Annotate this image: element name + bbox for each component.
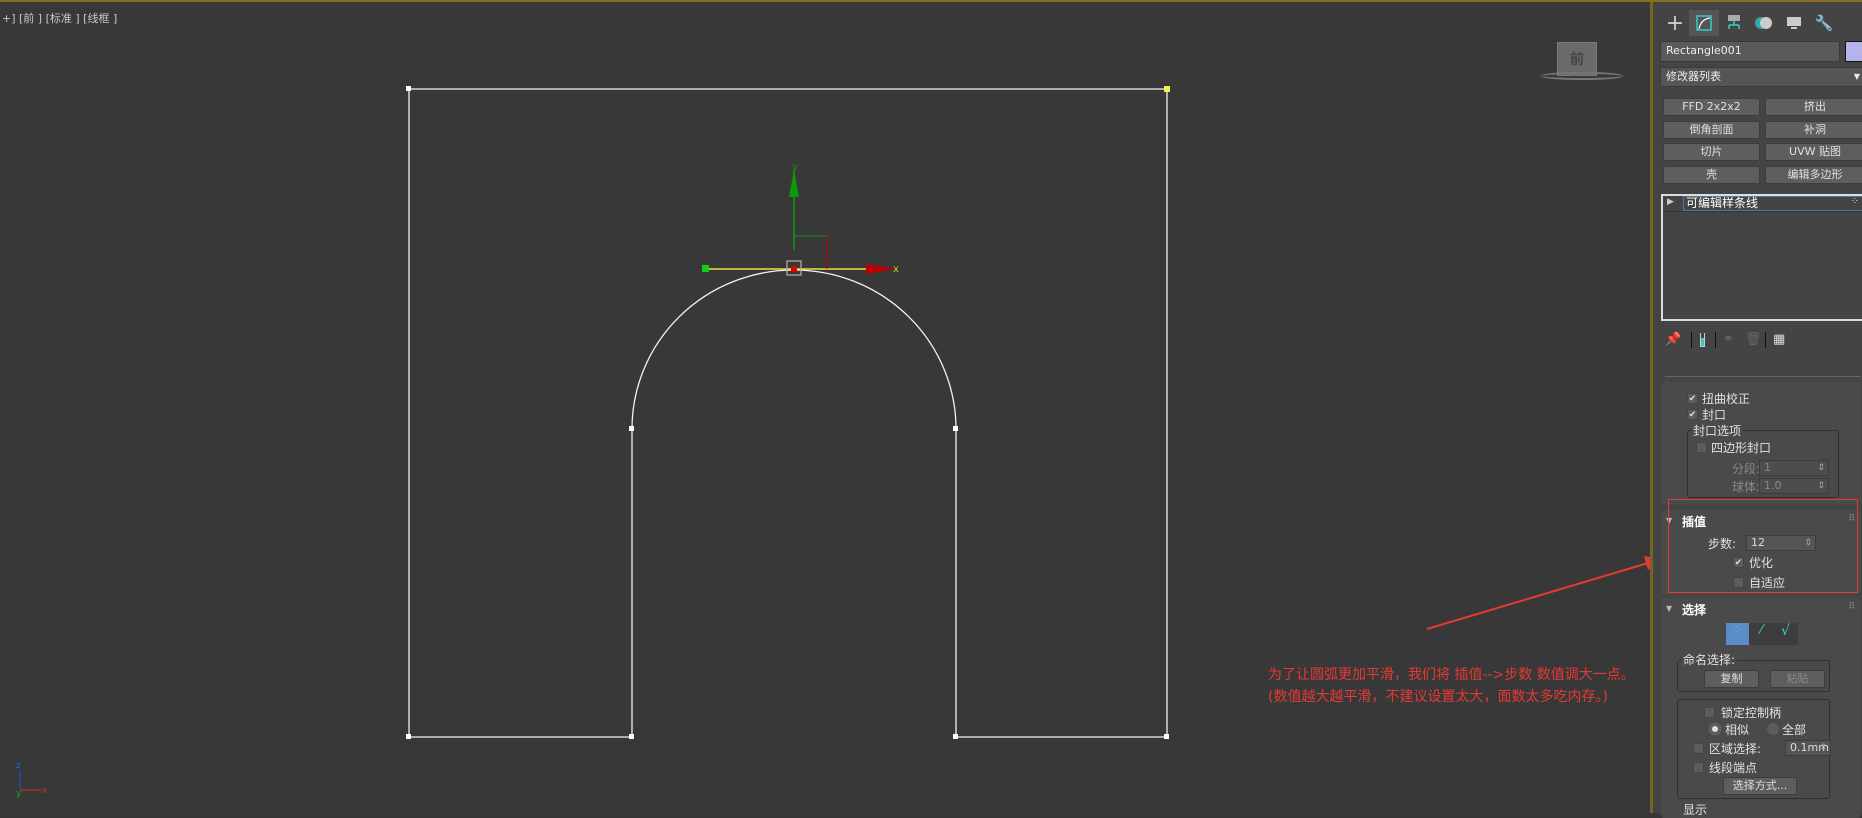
subobject-icon: ⁘	[1850, 196, 1859, 207]
modifier-button-edit-poly[interactable]: 编辑多边形	[1765, 166, 1862, 184]
tab-display[interactable]	[1779, 10, 1809, 36]
gizmo-y-label: y	[792, 162, 798, 173]
copy-button[interactable]: 复制	[1704, 670, 1759, 688]
display-icon	[1787, 17, 1801, 29]
make-unique-icon[interactable]: ⚭	[1723, 332, 1734, 347]
stack-item-label: 可编辑样条线	[1683, 196, 1862, 211]
segment-end-label: 线段端点	[1709, 761, 1758, 775]
tab-motion[interactable]	[1749, 10, 1779, 36]
sphere-spinner[interactable]: 1.0	[1759, 478, 1829, 494]
transform-gizmo: x y	[702, 162, 899, 276]
alike-radio[interactable]	[1709, 723, 1721, 735]
select-by-button[interactable]: 选择方式...	[1723, 777, 1797, 795]
selection-title[interactable]: 选择	[1682, 601, 1706, 618]
viewcube-compass-ring[interactable]	[1540, 72, 1624, 80]
all-label: 全部	[1782, 723, 1807, 737]
cap-checkbox[interactable]: ✔	[1687, 409, 1698, 420]
stack-item-editable-spline[interactable]: ▶ 可编辑样条线 ⁘	[1663, 196, 1862, 212]
modifier-button-ffd[interactable]: FFD 2x2x2	[1663, 98, 1760, 116]
command-panel: + 🔧 Rectangle001 修改器列表 ▼ FFD 2x2x2 挤出 倒角剖…	[1650, 2, 1862, 818]
alike-label: 相似	[1725, 723, 1750, 737]
lock-handles-checkbox[interactable]	[1704, 707, 1715, 718]
motion-icon	[1755, 17, 1772, 29]
cap-label: 封口	[1702, 408, 1727, 422]
tab-create[interactable]: +	[1660, 10, 1690, 36]
collapse-triangle-icon[interactable]: ▼	[1666, 604, 1672, 613]
quad-cap-label: 四边形封口	[1711, 441, 1772, 455]
torque-fix-checkbox[interactable]: ✔	[1687, 393, 1698, 404]
modifier-button-shell[interactable]: 壳	[1663, 166, 1760, 184]
modifier-list-dropdown[interactable]: 修改器列表 ▼	[1660, 67, 1862, 87]
viewcube[interactable]: 前	[1540, 40, 1624, 82]
modifier-button-extrude[interactable]: 挤出	[1765, 98, 1862, 116]
modifier-button-slice[interactable]: 切片	[1663, 143, 1760, 161]
all-radio[interactable]	[1767, 723, 1779, 735]
annotation-line-1: 为了让圆弧更加平滑，我们将 插值-->步数 数值调大一点。	[1268, 667, 1635, 683]
annotation-line-2: (数值越大越平滑，不建议设置太大，面数太多吃内存。)	[1268, 689, 1608, 705]
annotation-arrow	[1426, 556, 1650, 630]
highlight-box	[1668, 499, 1858, 593]
viewcube-front-face[interactable]: 前	[1557, 42, 1597, 76]
sphere-label: 球体:	[1732, 480, 1761, 494]
toolbar-divider	[1715, 332, 1716, 348]
cap-options-label: 封口选项	[1691, 422, 1744, 439]
tab-hierarchy[interactable]	[1719, 10, 1749, 36]
modifier-button-bevel-profile[interactable]: 倒角剖面	[1663, 121, 1760, 139]
spline-vertices	[406, 86, 1170, 739]
hierarchy-icon	[1728, 15, 1740, 29]
expand-triangle-icon[interactable]: ▶	[1667, 197, 1674, 207]
plus-icon: +	[1665, 10, 1685, 36]
object-name-field[interactable]: Rectangle001	[1660, 41, 1840, 62]
area-selection-spinner[interactable]: 0.1mm	[1785, 740, 1831, 756]
front-viewport[interactable]: +] [前 ] [标准 ] [线框 ] x y z y x 前 为了让圆弧更加平…	[0, 2, 1650, 813]
object-color-swatch[interactable]	[1845, 41, 1862, 62]
toolbar-divider	[1765, 332, 1766, 348]
modifier-list-label: 修改器列表	[1666, 70, 1721, 83]
chevron-down-icon: ▼	[1853, 72, 1860, 81]
configure-modifier-sets-icon[interactable]: ▦	[1773, 332, 1785, 347]
tab-utilities[interactable]: 🔧	[1809, 10, 1839, 36]
subobject-toolbar: ⁘ ⁄ √	[1726, 623, 1798, 645]
paste-button[interactable]: 粘贴	[1770, 670, 1825, 688]
area-selection-label: 区域选择:	[1709, 742, 1762, 756]
svg-text:x: x	[42, 786, 48, 796]
show-end-result-icon[interactable]	[1700, 333, 1705, 347]
selection-rollout: ▼ 选择 ⠿ ⁘ ⁄ √ 命名选择: 复制 粘贴 锁定控制柄 相似 全部 区域选…	[1661, 598, 1861, 818]
segments-spinner[interactable]: 1	[1759, 460, 1829, 476]
quad-cap-checkbox[interactable]	[1696, 442, 1707, 453]
modifier-button-cap-holes[interactable]: 补洞	[1765, 121, 1862, 139]
gizmo-x-label: x	[893, 264, 899, 275]
segments-label: 分段:	[1732, 462, 1761, 476]
svg-text:z: z	[16, 761, 21, 771]
drag-grip-icon[interactable]: ⠿	[1848, 602, 1855, 612]
rendering-rollout: ✔ 扭曲校正 ✔ 封口 封口选项 四边形封口 分段: 1 球体: 1.0	[1661, 382, 1861, 504]
wrench-icon: 🔧	[1814, 14, 1834, 32]
rectangle-shape	[408, 88, 1168, 738]
modifier-button-uvw-map[interactable]: UVW 贴图	[1765, 143, 1862, 161]
segment-mode-icon[interactable]: ⁄	[1750, 623, 1773, 645]
area-selection-checkbox[interactable]	[1693, 743, 1704, 754]
named-selection-label: 命名选择:	[1681, 651, 1738, 668]
toolbar-divider	[1691, 332, 1692, 348]
annotation-text: 为了让圆弧更加平滑，我们将 插值-->步数 数值调大一点。 (数值越大越平滑，不建…	[1268, 664, 1635, 708]
vertex-mode-icon[interactable]: ⁘	[1726, 623, 1749, 645]
tab-modify[interactable]	[1689, 10, 1719, 36]
spline-mode-icon[interactable]: √	[1774, 623, 1797, 645]
svg-text:y: y	[16, 789, 22, 799]
display-group-label: 显示	[1681, 801, 1710, 818]
panel-divider	[1665, 376, 1861, 377]
modifier-stack[interactable]: ▶ 可编辑样条线 ⁘	[1661, 194, 1862, 321]
remove-modifier-icon[interactable]: 🗑	[1745, 332, 1762, 347]
axis-tripod-icon: z y x	[16, 761, 48, 799]
pin-stack-icon[interactable]: 📌	[1665, 332, 1681, 347]
segment-end-checkbox[interactable]	[1693, 762, 1704, 773]
torque-fix-label: 扭曲校正	[1702, 392, 1751, 406]
modify-icon	[1696, 15, 1712, 31]
lock-handles-label: 锁定控制柄	[1721, 706, 1782, 720]
